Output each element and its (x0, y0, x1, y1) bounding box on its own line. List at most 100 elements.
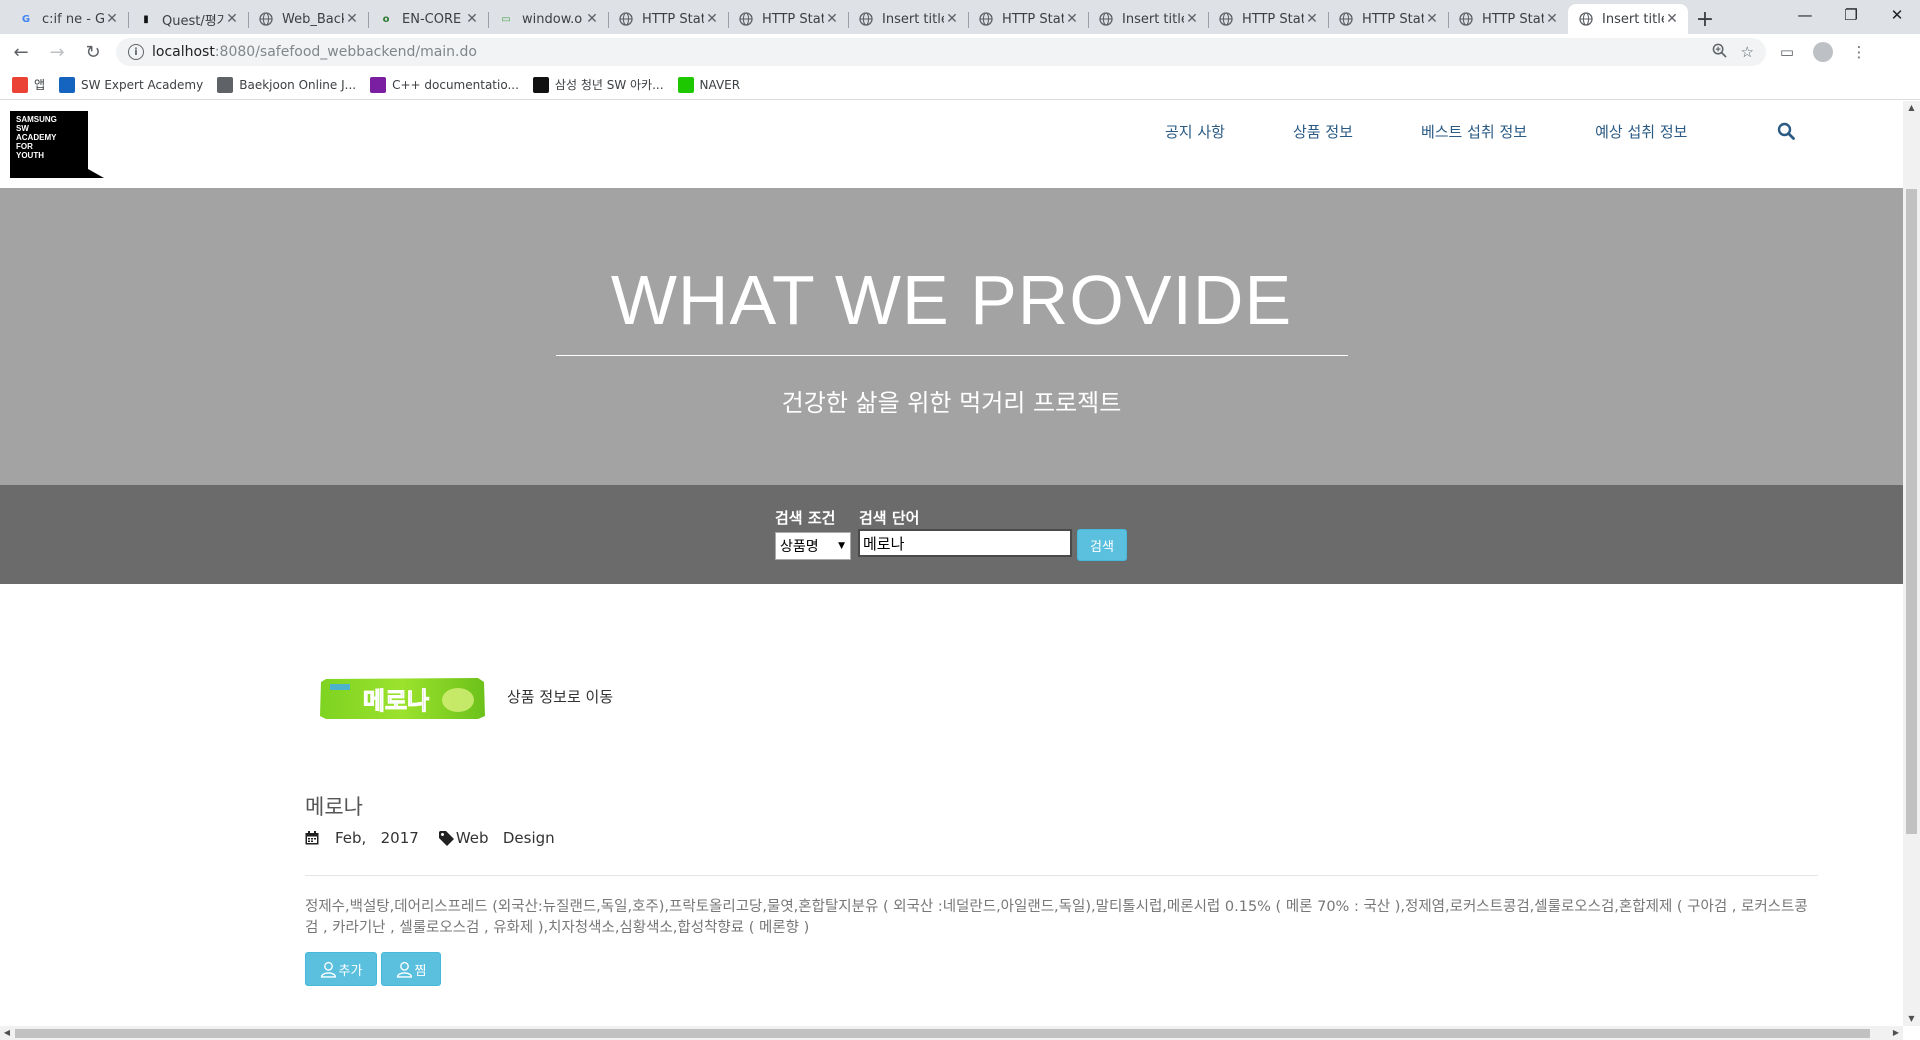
google-g-icon: G (21, 13, 31, 25)
browser-tab[interactable]: ▭ window.o ✕ (488, 4, 608, 34)
logo-line: YOUTH (16, 151, 44, 160)
close-window-button[interactable]: ✕ (1874, 0, 1920, 30)
tab-close-icon[interactable]: ✕ (824, 11, 840, 27)
browser-tab[interactable]: o EN-CORE ✕ (368, 4, 488, 34)
tab-close-icon[interactable]: ✕ (944, 11, 960, 27)
address-bar[interactable]: i localhost:8080/safefood_webbackend/mai… (116, 38, 1766, 66)
nav-expected-intake[interactable]: 예상 섭취 정보 (1595, 121, 1687, 142)
reload-button[interactable]: ↻ (78, 37, 108, 67)
tab-title: HTTP Stat (1482, 11, 1544, 27)
scroll-right-arrow-icon[interactable]: ▶ (1889, 1026, 1903, 1040)
site-info-icon[interactable]: i (128, 44, 144, 60)
tab-close-icon[interactable]: ✕ (1664, 11, 1680, 27)
tab-close-icon[interactable]: ✕ (224, 11, 240, 27)
wish-button[interactable]: 찜 (381, 952, 441, 986)
bookmark-label: NAVER (699, 77, 741, 92)
main-nav: 공지 사항 상품 정보 베스트 섭취 정보 예상 섭취 정보 (1165, 121, 1755, 142)
logo-line: SAMSUNG (16, 115, 57, 124)
nav-notice[interactable]: 공지 사항 (1165, 121, 1225, 142)
browser-tab[interactable]: ▮ Quest/평가 ✕ (128, 4, 248, 34)
product-tag-2[interactable]: Design (503, 829, 555, 847)
tab-close-icon[interactable]: ✕ (1064, 11, 1080, 27)
bookmark-label: 앱 (34, 78, 46, 92)
search-icon[interactable] (1777, 122, 1795, 140)
bookmark-item[interactable]: Baekjoon Online J... (217, 76, 357, 93)
quest-logo-icon: ▮ (143, 13, 149, 25)
tab-close-icon[interactable]: ✕ (1424, 11, 1440, 27)
menu-kebab-icon[interactable]: ⋮ (1844, 37, 1874, 67)
bookmark-item[interactable]: NAVER (677, 76, 741, 93)
search-keyword-value: 메로나 (863, 534, 905, 553)
bookmark-star-icon[interactable]: ☆ (1741, 43, 1754, 61)
tab-close-icon[interactable]: ✕ (1304, 11, 1320, 27)
bookmark-item[interactable]: 삼성 청년 SW 아카... (532, 76, 664, 93)
horizontal-scroll-thumb[interactable] (15, 1029, 1870, 1038)
globe-icon (258, 11, 274, 27)
forward-button[interactable]: → (42, 37, 72, 67)
bookmark-item[interactable]: C++ documentatio... (370, 76, 519, 93)
bookmark-item[interactable]: SW Expert Academy (59, 76, 203, 93)
tab-title: window.o (522, 11, 583, 27)
vertical-scroll-thumb[interactable] (1906, 189, 1917, 834)
tab-close-icon[interactable]: ✕ (584, 11, 600, 27)
tab-title: HTTP Stat (1362, 11, 1424, 27)
tab-close-icon[interactable]: ✕ (704, 11, 720, 27)
product-tag-1[interactable]: Web (456, 829, 489, 847)
zoom-icon[interactable] (1712, 43, 1727, 62)
back-button[interactable]: ← (6, 37, 36, 67)
url-host: localhost (152, 44, 215, 60)
browser-tab[interactable]: HTTP Stat ✕ (608, 4, 728, 34)
browser-tab[interactable]: HTTP Stat ✕ (728, 4, 848, 34)
nav-product-info[interactable]: 상품 정보 (1293, 121, 1353, 142)
scroll-down-arrow-icon[interactable]: ▼ (1903, 1012, 1920, 1026)
hero-divider (556, 355, 1348, 356)
browser-tab[interactable]: HTTP Stat ✕ (1448, 4, 1568, 34)
product-info-link[interactable]: 상품 정보로 이동 (507, 686, 613, 707)
scroll-left-arrow-icon[interactable]: ◀ (0, 1026, 14, 1040)
product-date-year: 2017 (380, 829, 419, 847)
tab-close-icon[interactable]: ✕ (104, 11, 120, 27)
browser-tab[interactable]: Insert title ✕ (1088, 4, 1208, 34)
tab-close-icon[interactable]: ✕ (344, 11, 360, 27)
logo-text: SAMSUNG SW ACADEMY FOR YOUTH (16, 115, 57, 160)
bookmark-item[interactable]: 앱 (12, 76, 45, 93)
browser-tab[interactable]: Insert title ✕ (1568, 4, 1688, 34)
new-tab-button[interactable]: + (1688, 4, 1722, 34)
cast-icon[interactable]: ▭ (1772, 37, 1802, 67)
globe-icon (978, 11, 994, 27)
vertical-scrollbar[interactable]: ▲ ▼ (1903, 101, 1920, 1026)
add-button[interactable]: 추가 (305, 952, 377, 986)
browser-tab[interactable]: Web_Back ✕ (248, 4, 368, 34)
tab-close-icon[interactable]: ✕ (1184, 11, 1200, 27)
nav-best-intake[interactable]: 베스트 섭취 정보 (1421, 121, 1527, 142)
tab-title: Insert title (882, 11, 944, 27)
profile-avatar[interactable] (1808, 37, 1838, 67)
search-keyword-input[interactable]: 메로나 (858, 529, 1072, 557)
horizontal-scrollbar[interactable]: ◀ ▶ (0, 1026, 1903, 1040)
scroll-up-arrow-icon[interactable]: ▲ (1903, 101, 1920, 115)
search-condition-select[interactable]: 상품명 ▼ (775, 532, 851, 560)
tab-close-icon[interactable]: ✕ (464, 11, 480, 27)
browser-tab[interactable]: HTTP Stat ✕ (1208, 4, 1328, 34)
bookmark-label: Baekjoon Online J... (239, 77, 357, 92)
code-brackets-icon (217, 76, 234, 93)
tab-close-icon[interactable]: ✕ (1544, 11, 1560, 27)
product-image[interactable]: 메로나 (318, 676, 487, 721)
browser-tab[interactable]: HTTP Stat ✕ (1328, 4, 1448, 34)
wish-button-label: 찜 (414, 963, 427, 979)
globe-icon (1098, 11, 1114, 27)
search-button[interactable]: 검색 (1077, 529, 1127, 561)
add-button-label: 추가 (338, 963, 363, 979)
sample-logo-icon: ▭ (501, 13, 511, 25)
tab-title: Web_Back (282, 11, 344, 27)
tab-title: Insert title (1122, 11, 1184, 27)
browser-tab[interactable]: Insert title ✕ (848, 4, 968, 34)
restore-button[interactable]: ❐ (1828, 0, 1874, 30)
minimize-button[interactable]: — (1782, 0, 1828, 30)
window-controls: — ❐ ✕ (1782, 0, 1920, 30)
browser-tab[interactable]: HTTP Stat ✕ (968, 4, 1088, 34)
globe-icon (1578, 11, 1594, 27)
page-viewport: SAMSUNG SW ACADEMY FOR YOUTH 공지 사항 상품 정보 베스트… (0, 101, 1903, 1026)
browser-tab[interactable]: Gc:if ne - G ✕ (8, 4, 128, 34)
tab-title: HTTP Stat (1242, 11, 1304, 27)
